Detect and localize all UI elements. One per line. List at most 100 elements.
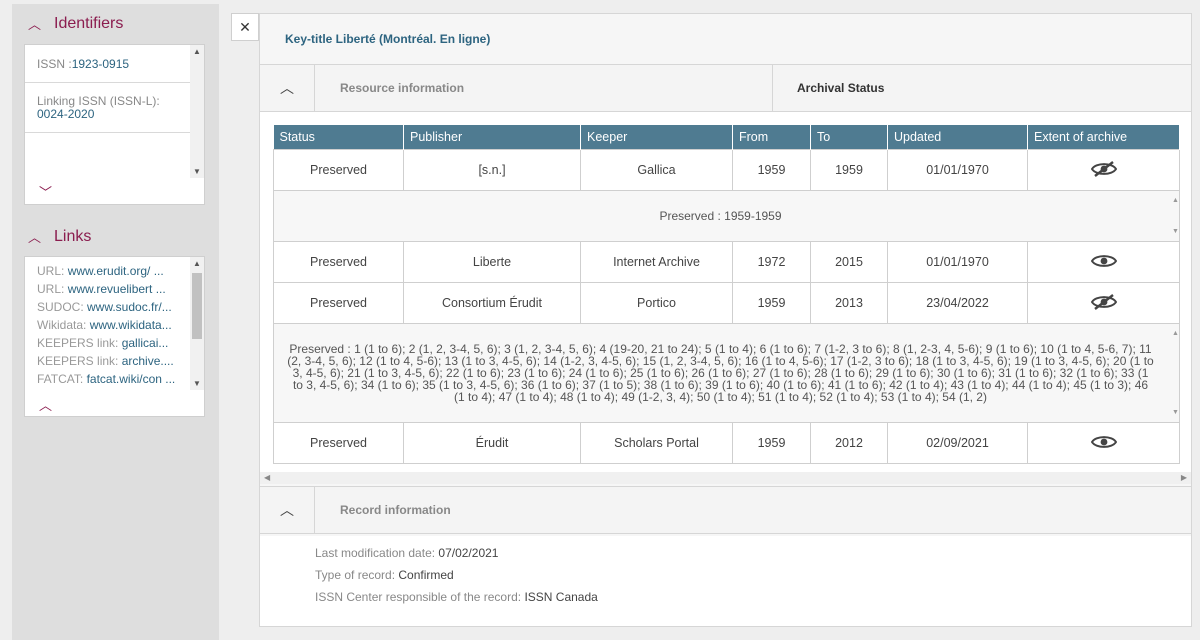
scroll-thumb[interactable]: [192, 273, 202, 339]
type-label: Type of record:: [315, 568, 399, 582]
scroll-down-icon[interactable]: ▼: [1172, 228, 1179, 235]
column-header: Extent of archive: [1027, 125, 1180, 150]
center-value: ISSN Canada: [524, 590, 598, 604]
detail-row: Preserved : 1 (1 to 6); 2 (1, 2, 3-4, 5,…: [273, 323, 1180, 423]
chevron-up-icon[interactable]: ︿: [39, 395, 52, 414]
link-item[interactable]: KEEPERS link: archive....: [25, 352, 187, 370]
issn-center: ISSN Center responsible of the record: I…: [315, 590, 598, 604]
cell-publisher: Érudit: [403, 422, 581, 464]
cell-keeper: Portico: [580, 282, 733, 324]
scroll-down-icon[interactable]: ▼: [190, 167, 204, 176]
eye-off-icon[interactable]: [1090, 160, 1117, 181]
identifiers-toggle[interactable]: ︿ Identifiers: [28, 14, 123, 33]
link-item[interactable]: Wikidata: www.wikidata...: [25, 316, 187, 334]
links-list: URL: www.erudit.org/ ... URL: www.revueli…: [25, 262, 204, 388]
table-row[interactable]: Preserved Liberte Internet Archive 1972 2015…: [273, 241, 1180, 283]
close-button[interactable]: ✕: [231, 13, 259, 41]
chevron-up-icon: ︿: [28, 17, 42, 32]
issn-value[interactable]: 1923-0915: [72, 57, 129, 71]
cell-from: 1972: [732, 241, 811, 283]
sidebar: ︿ Identifiers ISSN :1923-0915 Linking IS…: [12, 4, 219, 640]
chevron-down-icon[interactable]: ﹀: [39, 182, 52, 201]
eye-icon[interactable]: [1090, 433, 1117, 454]
record-panel: Key-title Liberté (Montréal. En ligne) ︿…: [259, 13, 1192, 627]
link-label: KEEPERS link:: [37, 354, 122, 368]
scroll-down-icon[interactable]: ▼: [1172, 409, 1179, 416]
links-toggle[interactable]: ︿ Links: [28, 227, 91, 246]
table-row[interactable]: Preserved Érudit Scholars Portal 1959 2012 02…: [273, 422, 1180, 464]
record-type: Type of record: Confirmed: [315, 568, 454, 582]
scroll-left-icon[interactable]: ◀: [264, 473, 270, 482]
resource-toggle[interactable]: ︿: [260, 65, 315, 111]
cell-keeper: Internet Archive: [580, 241, 733, 283]
identifiers-scrollbar[interactable]: ▲ ▼: [190, 45, 204, 178]
scroll-up-icon[interactable]: ▲: [190, 259, 204, 268]
link-value[interactable]: archive....: [122, 354, 174, 368]
issn-label: ISSN :: [37, 57, 72, 71]
archival-table-area: Status Publisher Keeper From To Updated Extent…: [260, 112, 1191, 472]
scroll-up-icon[interactable]: ▲: [1172, 197, 1179, 204]
link-item[interactable]: URL: www.erudit.org/ ...: [25, 262, 187, 280]
chevron-up-icon: ︿: [280, 502, 294, 518]
cell-status: Preserved: [273, 282, 404, 324]
link-item[interactable]: KEEPERS link: gallicai...: [25, 334, 187, 352]
chevron-up-icon: ︿: [28, 230, 42, 245]
detail-scrollbar[interactable]: ▲ ▼: [1167, 330, 1179, 416]
linking-issn-value[interactable]: 0024-2020: [37, 108, 179, 121]
link-item[interactable]: FATCAT: fatcat.wiki/con ...: [25, 370, 187, 388]
cell-extent[interactable]: [1027, 282, 1180, 324]
cell-to: 2012: [810, 422, 888, 464]
link-value[interactable]: www.revuelibert ...: [68, 282, 166, 296]
link-value[interactable]: www.wikidata...: [90, 318, 172, 332]
cell-status: Preserved: [273, 241, 404, 283]
chevron-up-icon: ︿: [280, 80, 294, 96]
table-header-row: Status Publisher Keeper From To Updated Extent…: [273, 125, 1180, 150]
record-toggle[interactable]: ︿: [260, 487, 315, 533]
record-label[interactable]: Record information: [340, 487, 451, 533]
links-scrollbar[interactable]: ▲ ▼: [190, 257, 204, 390]
resource-section-header: ︿ Resource information Archival Status: [260, 64, 1191, 112]
eye-off-icon[interactable]: [1090, 293, 1117, 314]
link-item[interactable]: SUDOC: www.sudoc.fr/...: [25, 298, 187, 316]
column-header: From: [732, 125, 811, 150]
table-row[interactable]: Preserved Consortium Érudit Portico 1959 201…: [273, 282, 1180, 324]
cell-updated: 02/09/2021: [887, 422, 1028, 464]
column-header: Updated: [887, 125, 1028, 150]
mod-value: 07/02/2021: [438, 546, 499, 560]
link-value[interactable]: www.sudoc.fr/...: [87, 300, 172, 314]
cell-extent[interactable]: [1027, 241, 1180, 283]
link-label: URL:: [37, 282, 68, 296]
link-label: SUDOC:: [37, 300, 88, 314]
eye-icon[interactable]: [1090, 252, 1117, 273]
center-label: ISSN Center responsible of the record:: [315, 590, 525, 604]
horizontal-scrollbar[interactable]: ◀ ▶: [260, 472, 1191, 484]
link-value[interactable]: gallicai...: [122, 336, 169, 350]
detail-scrollbar[interactable]: ▲ ▼: [1167, 197, 1179, 235]
detail-cell: Preserved : 1959-1959 ▲ ▼: [273, 190, 1180, 242]
link-value[interactable]: fatcat.wiki/con ...: [87, 372, 176, 386]
link-label: FATCAT:: [37, 372, 87, 386]
scroll-up-icon[interactable]: ▲: [190, 47, 204, 56]
cell-extent[interactable]: [1027, 149, 1180, 191]
cell-publisher: Consortium Érudit: [403, 282, 581, 324]
preserved-detail: Preserved : 1959-1959: [659, 209, 782, 223]
linking-issn-entry: Linking ISSN (ISSN-L): 0024-2020: [25, 83, 191, 133]
cell-to: 2015: [810, 241, 888, 283]
record-info: Last modification date: 07/02/2021 Type …: [260, 536, 1191, 626]
link-value[interactable]: www.erudit.org/ ...: [68, 264, 164, 278]
scroll-down-icon[interactable]: ▼: [190, 379, 204, 388]
cell-to: 1959: [810, 149, 888, 191]
scroll-right-icon[interactable]: ▶: [1181, 473, 1187, 482]
cell-to: 2013: [810, 282, 888, 324]
table-row[interactable]: Preserved [s.n.] Gallica 1959 1959 01/01/1970: [273, 149, 1180, 191]
scroll-up-icon[interactable]: ▲: [1172, 330, 1179, 337]
resource-label[interactable]: Resource information: [340, 65, 464, 111]
link-item[interactable]: URL: www.revuelibert ...: [25, 280, 187, 298]
links-box: URL: www.erudit.org/ ... URL: www.revueli…: [24, 256, 205, 417]
column-header: To: [810, 125, 888, 150]
detail-cell: Preserved : 1 (1 to 6); 2 (1, 2, 3-4, 5,…: [273, 323, 1180, 423]
cell-extent[interactable]: [1027, 422, 1180, 464]
link-label: Wikidata:: [37, 318, 90, 332]
mod-label: Last modification date:: [315, 546, 439, 560]
archival-status-tab[interactable]: Archival Status: [772, 65, 1192, 111]
